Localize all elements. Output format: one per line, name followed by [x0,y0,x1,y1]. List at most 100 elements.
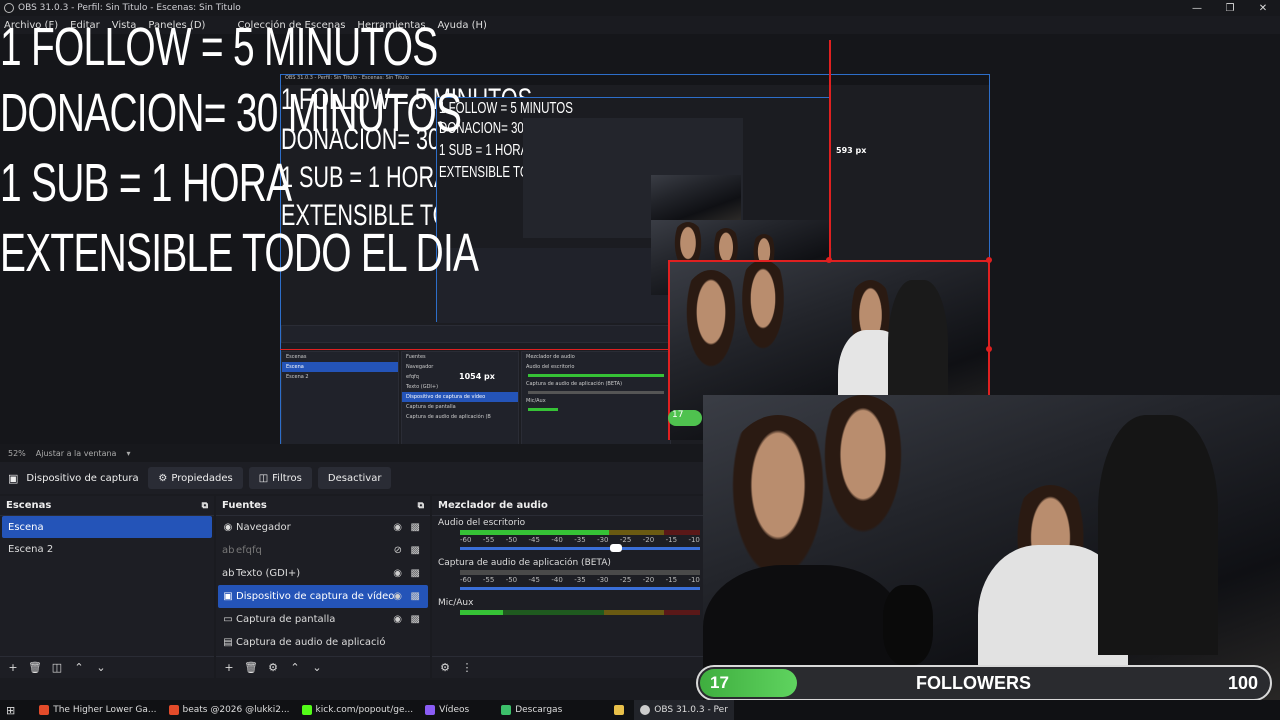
taskbar-item[interactable]: OBS 31.0.3 - Per [634,700,734,720]
eye-icon[interactable]: ◉ [393,568,402,579]
source-item[interactable]: ab efqfq ⊘ ▩ [218,539,428,562]
monitor-icon: ▭ [223,614,233,625]
preview-zoom-row: 52% Ajustar a la ventana ▾ [0,444,703,462]
volume-slider[interactable] [460,587,700,590]
nested-mixer-ch3: Mic/Aux [526,398,546,404]
gear-icon: ⚙ [158,472,168,484]
followers-goal: 100 [1227,673,1258,693]
eye-icon[interactable]: ◉ [393,614,402,625]
resize-handle-mr[interactable] [986,346,992,352]
scale-tick: -35 [574,576,586,584]
width-px-label-nested: 1054 px [459,372,495,381]
lock-icon[interactable]: ▩ [411,522,420,533]
nested-scenes-title: Escenas [286,354,307,360]
eye-icon[interactable]: ◉ [393,522,402,533]
scale-tick: -30 [597,576,609,584]
guide-horizontal [280,349,668,350]
taskbar-item[interactable] [608,700,634,720]
taskbar: ⊞ The Higher Lower Ga... beats @2026 @lu… [0,700,1280,720]
nested-scene-2: Escena 2 [286,374,309,380]
source-item[interactable]: ab Texto (GDI+) ◉ ▩ [218,562,428,585]
lock-icon[interactable]: ▩ [411,614,420,625]
scene-item[interactable]: Escena 2 [2,538,212,560]
nested-mixer-ch1: Audio del escritorio [526,364,575,370]
resize-handle-tr[interactable] [986,257,992,263]
meter-scale: -60 -55 -50 -45 -40 -35 -30 -25 -20 -15 -10 [460,536,700,544]
add-icon[interactable]: + [220,659,238,677]
chevron-down-icon[interactable]: ⌄ [308,659,326,677]
meter-fill [460,610,504,615]
gear-icon[interactable]: ⚙ [264,659,282,677]
filter-icon[interactable]: ◫ [48,659,66,677]
scene-item[interactable]: Escena [2,516,212,538]
chevron-down-icon[interactable]: ▾ [126,449,130,458]
source-item[interactable]: ▤Captura de audio de aplicación (B [218,631,428,654]
scale-tick: -45 [528,576,540,584]
eye-icon[interactable]: ◉ [393,591,402,602]
taskbar-item[interactable]: The Higher Lower Ga... [33,700,162,720]
scale-tick: -55 [482,536,495,544]
nested-mixer-ch2: Captura de audio de aplicación (BETA) [526,381,623,387]
chevron-up-icon[interactable]: ⌃ [70,659,88,677]
source-item[interactable]: ▭ Captura de pantalla ◉ ▩ [218,608,428,631]
properties-label: Propiedades [171,472,233,484]
resize-handle-tm[interactable] [826,257,832,263]
kick-icon [301,705,312,715]
preview-canvas[interactable]: OBS 31.0.3 - Perfil: Sin Titulo - Escena… [0,17,1280,474]
source-item[interactable]: ▣ Dispositivo de captura de vídeo ◉ ▩ [218,585,428,608]
maximize-icon[interactable]: ❐ [1215,0,1245,16]
minimize-icon[interactable]: — [1182,0,1212,16]
height-px-label: 593 px [836,146,867,155]
app-audio-icon: ▤ [223,637,233,648]
overlay-text-follow: 1 FOLLOW = 5 MINUTOS [0,17,438,77]
more-icon[interactable]: ⋮ [458,659,476,677]
nested-source-bar [281,325,669,343]
camera-icon: ▣ [223,591,233,602]
slider-knob[interactable] [610,544,622,552]
properties-button[interactable]: ⚙ Propiedades [148,467,243,489]
taskbar-item[interactable]: Descargas [495,700,568,720]
chevron-up-icon[interactable]: ⌃ [286,659,304,677]
sources-toolbar: + 🗑 ⚙ ⌃ ⌄ [216,656,430,678]
trash-icon[interactable]: 🗑 [242,659,260,677]
nested-source-1: Navegador [406,364,434,370]
scale-tick: -50 [505,576,518,584]
scale-tick: -20 [642,536,655,544]
overlay-text-donation: DONACION= 30 MINUTOS [0,83,462,143]
menu-help[interactable]: Ayuda (H) [438,20,487,31]
followers-goal-bar: 17 FOLLOWERS 100 [696,665,1272,701]
source-label: Captura de pantalla [236,614,336,625]
scale-tick: -25 [619,576,632,584]
windows-start-icon[interactable]: ⊞ [0,700,21,720]
taskbar-item[interactable]: kick.com/popout/ge... [296,700,420,720]
lock-icon[interactable]: ▩ [411,591,420,602]
close-icon[interactable]: ✕ [1248,0,1278,16]
scale-tick: -60 [460,576,472,584]
volume-slider[interactable] [460,544,700,552]
browser-icon [39,705,50,715]
mixer-dock-header: Mezclador de audio [432,496,703,516]
taskbar-label: Vídeos [439,705,470,715]
mixer-channel: Captura de audio de aplicación (BETA) -6… [432,556,703,592]
lock-icon[interactable]: ▩ [411,568,420,579]
taskbar-item[interactable]: Vídeos [419,700,475,720]
add-icon[interactable]: + [4,659,22,677]
undock-icon[interactable]: ⧉ [202,501,208,511]
text-icon: ab [222,545,235,556]
chevron-down-icon[interactable]: ⌄ [92,659,110,677]
taskbar-item[interactable]: beats @2026 @lukki2... [163,700,296,720]
obs-window: OBS 31.0.3 - Perfil: Sin Titulo - Escena… [0,0,1280,720]
sources-dock-header: Fuentes ⧉ [216,496,430,516]
scale-tick: -35 [574,536,586,544]
taskbar-label: OBS 31.0.3 - Per [654,705,728,715]
filters-button[interactable]: ◫ Filtros [248,467,312,489]
eye-off-icon[interactable]: ⊘ [394,545,402,556]
undock-icon[interactable]: ⧉ [418,501,424,511]
window-title: OBS 31.0.3 - Perfil: Sin Titulo - Escena… [18,3,241,13]
lock-icon[interactable]: ▩ [411,545,420,556]
trash-icon[interactable]: 🗑 [26,659,44,677]
zoom-fit-select[interactable]: Ajustar a la ventana [36,449,117,458]
gear-icon[interactable]: ⚙ [436,659,454,677]
deactivate-button[interactable]: Desactivar [317,467,392,489]
source-item[interactable]: ◉ Navegador ◉ ▩ [218,516,428,539]
